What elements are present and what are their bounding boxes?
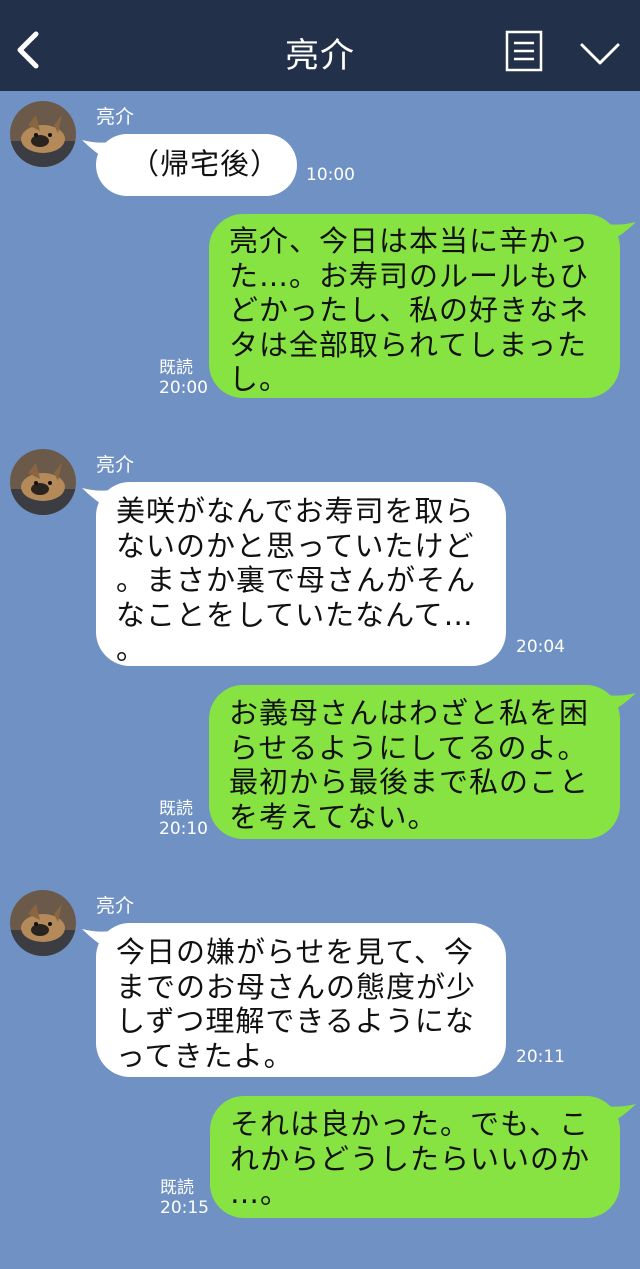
chat-header: 亮介 (0, 0, 640, 91)
message-bubble-incoming[interactable]: （帰宅後） (96, 134, 297, 196)
notes-icon (505, 30, 543, 72)
message-bubble-outgoing[interactable]: 亮介、今日は本当に辛かっ た…。お寿司のルールもひ どかったし、私の好きなネ タ… (209, 214, 620, 398)
message-text: お義母さんはわざと私を困 らせるようにしてるのよ。 最初から最後まで私のこと を… (229, 696, 590, 834)
dog-avatar-icon (10, 101, 76, 167)
read-receipt: 既読 (159, 358, 193, 378)
message-time: 20:04 (516, 637, 565, 657)
message-time: 10:00 (306, 165, 355, 185)
message-text: 美咲がなんでお寿司を取ら ないのかと思っていたけど 。まさか裏で母さんがそん な… (116, 494, 477, 666)
collapse-button[interactable] (576, 36, 624, 70)
sender-name: 亮介 (96, 106, 135, 128)
message-text: （帰宅後） (130, 147, 281, 181)
chevron-down-icon (580, 43, 620, 65)
read-receipt: 既読 (160, 1178, 194, 1198)
notes-button[interactable] (505, 30, 543, 72)
message-bubble-incoming[interactable]: 今日の嫌がらせを見て、今 までのお母さんの態度が少 しずつ理解できるようにな っ… (96, 923, 506, 1077)
read-receipt: 既読 (159, 799, 193, 819)
message-time: 20:15 (160, 1198, 209, 1218)
avatar[interactable] (10, 890, 76, 956)
message-bubble-outgoing[interactable]: それは良かった。でも、こ れからどうしたらいいのか …。 (210, 1096, 620, 1218)
avatar[interactable] (10, 101, 76, 167)
chat-title: 亮介 (285, 36, 355, 76)
dog-avatar-icon (10, 449, 76, 515)
message-text: 今日の嫌がらせを見て、今 までのお母さんの態度が少 しずつ理解できるようにな っ… (116, 935, 477, 1073)
dog-avatar-icon (10, 890, 76, 956)
message-text: それは良かった。でも、こ れからどうしたらいいのか …。 (230, 1107, 591, 1210)
message-time: 20:10 (159, 819, 208, 839)
sender-name: 亮介 (96, 454, 135, 476)
message-bubble-outgoing[interactable]: お義母さんはわざと私を困 らせるようにしてるのよ。 最初から最後まで私のこと を… (209, 685, 620, 839)
message-bubble-incoming[interactable]: 美咲がなんでお寿司を取ら ないのかと思っていたけど 。まさか裏で母さんがそん な… (96, 482, 506, 666)
message-time: 20:11 (516, 1047, 565, 1067)
message-time: 20:00 (159, 378, 208, 398)
sender-name: 亮介 (96, 895, 135, 917)
message-text: 亮介、今日は本当に辛かっ た…。お寿司のルールもひ どかったし、私の好きなネ タ… (229, 224, 590, 396)
avatar[interactable] (10, 449, 76, 515)
